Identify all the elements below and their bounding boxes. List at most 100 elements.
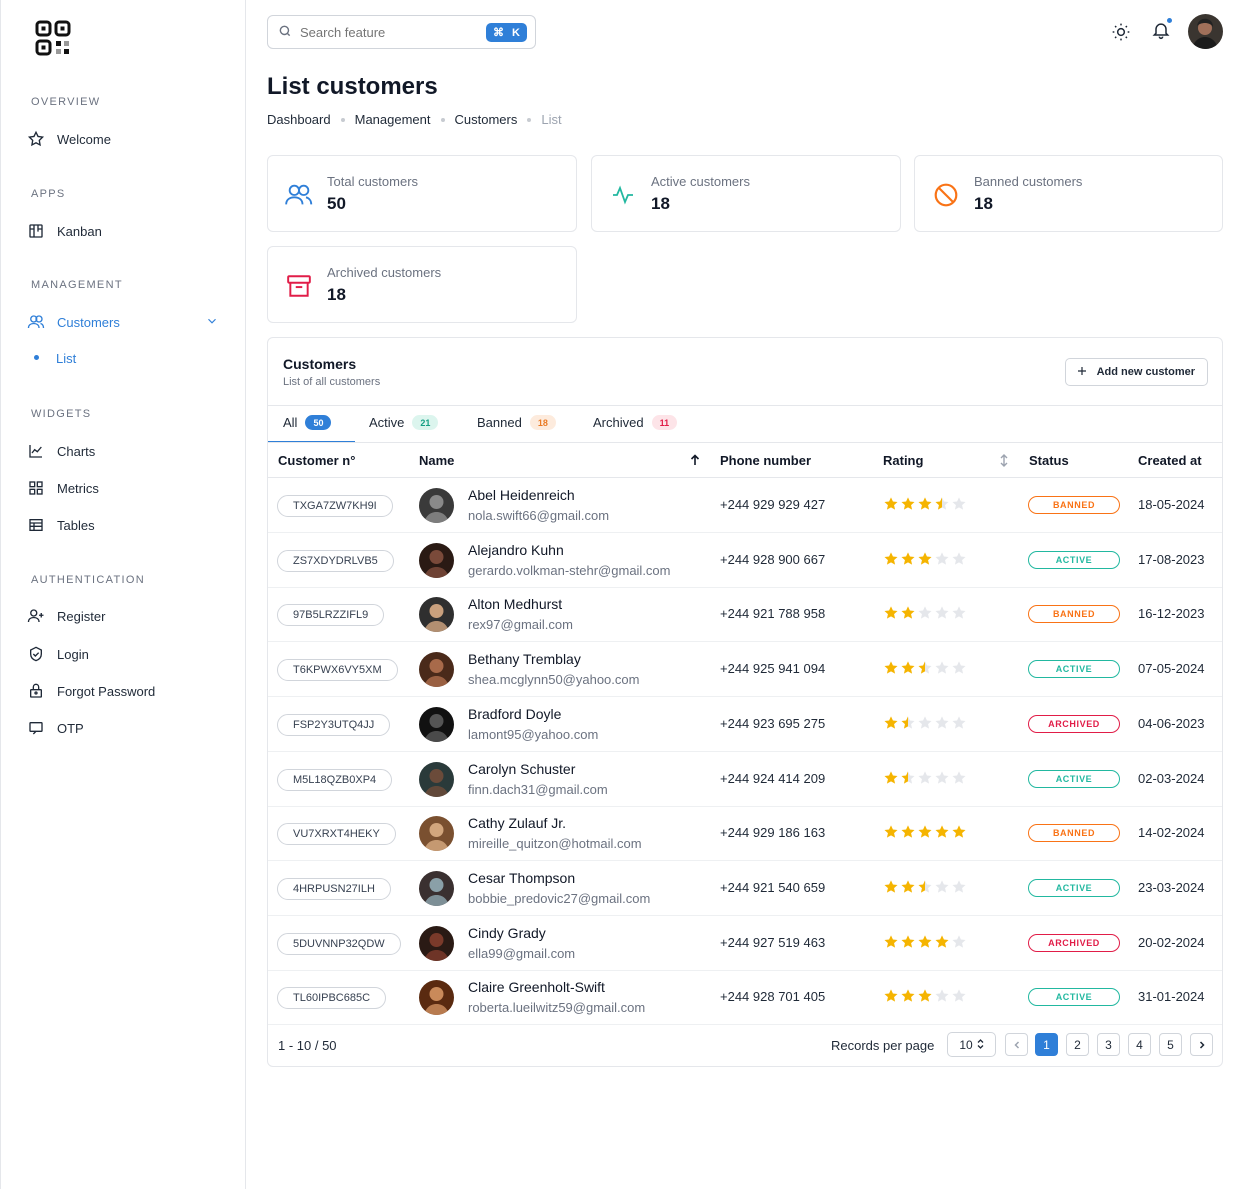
column-header-created[interactable]: Created at xyxy=(1138,453,1202,468)
sidebar-item-forgot-password[interactable]: Forgot Password xyxy=(27,681,155,701)
stat-card-total: Total customers 50 xyxy=(267,155,577,232)
records-per-page-select[interactable]: 10 xyxy=(947,1032,996,1057)
table-row[interactable]: M5L18QZB0XP4 Carolyn Schuster finn.dach3… xyxy=(268,752,1222,807)
next-page-button[interactable] xyxy=(1190,1033,1213,1056)
customer-email: ella99@gmail.com xyxy=(468,945,576,961)
sidebar-item-otp[interactable]: OTP xyxy=(27,718,84,738)
column-header-name[interactable]: Name xyxy=(419,453,454,468)
sidebar-item-charts[interactable]: Charts xyxy=(27,441,95,461)
table-row[interactable]: VU7XRXT4HEKY Cathy Zulauf Jr. mireille_q… xyxy=(268,806,1222,862)
avatar xyxy=(419,761,454,797)
sidebar-item-tables[interactable]: Tables xyxy=(27,515,95,535)
search-box[interactable]: ⌘K xyxy=(267,15,536,49)
star-icon xyxy=(951,496,967,515)
prev-page-button[interactable] xyxy=(1005,1033,1028,1056)
star-icon xyxy=(934,934,950,953)
logo-icon[interactable] xyxy=(35,20,71,56)
sidebar-item-welcome[interactable]: Welcome xyxy=(27,129,111,149)
customer-phone: +244 929 186 163 xyxy=(720,825,826,841)
customer-name[interactable]: Abel Heidenreich xyxy=(468,487,575,503)
tab-archived[interactable]: Archived 11 xyxy=(593,415,678,430)
page-button-1[interactable]: 1 xyxy=(1035,1033,1058,1056)
section-management: MANAGEMENT xyxy=(31,279,123,291)
status-badge: ARCHIVED xyxy=(1028,714,1120,733)
sidebar-item-metrics[interactable]: Metrics xyxy=(27,478,99,498)
customer-name[interactable]: Cathy Zulauf Jr. xyxy=(468,815,566,831)
user-avatar[interactable] xyxy=(1188,14,1223,49)
table-row[interactable]: ZS7XDYDRLVB5 Alejandro Kuhn gerardo.volk… xyxy=(268,533,1222,588)
sidebar-item-kanban[interactable]: Kanban xyxy=(27,221,102,241)
customer-name[interactable]: Bethany Tremblay xyxy=(468,651,581,667)
section-apps: APPS xyxy=(31,188,66,200)
tab-count-badge: 50 xyxy=(305,415,332,430)
customer-name[interactable]: Claire Greenholt-Swift xyxy=(468,979,605,995)
chevron-down-icon[interactable] xyxy=(205,314,219,328)
table-row[interactable]: 97B5LRZZIFL9 Alton Medhurst rex97@gmail.… xyxy=(268,587,1222,643)
star-icon xyxy=(951,770,967,789)
star-icon xyxy=(951,879,967,898)
customer-name[interactable]: Alejandro Kuhn xyxy=(468,542,564,558)
page-button-3[interactable]: 3 xyxy=(1097,1033,1120,1056)
customer-phone: +244 927 519 463 xyxy=(720,934,826,950)
status-badge: ACTIVE xyxy=(1028,550,1120,569)
star-icon xyxy=(917,770,933,789)
column-header-customer-no[interactable]: Customer n° xyxy=(278,453,355,468)
table-row[interactable]: FSP2Y3UTQ4JJ Bradford Doyle lamont95@yah… xyxy=(268,697,1222,752)
sort-icon[interactable] xyxy=(1000,454,1008,470)
created-date: 31-01-2024 xyxy=(1138,989,1205,1005)
breadcrumb-dashboard[interactable]: Dashboard xyxy=(267,112,331,127)
column-header-phone[interactable]: Phone number xyxy=(720,453,811,468)
sidebar-item-register[interactable]: Register xyxy=(27,606,105,626)
shortcut-key: K xyxy=(512,26,520,39)
add-customer-button[interactable]: Add new customer xyxy=(1064,358,1208,386)
sidebar-item-label: Login xyxy=(57,646,89,662)
table-row[interactable]: 5DUVNNP32QDW Cindy Grady ella99@gmail.co… xyxy=(268,916,1222,971)
tab-all[interactable]: All 50 xyxy=(283,415,332,430)
customer-id-chip: TXGA7ZW7KH9I xyxy=(277,495,393,517)
status-badge: ACTIVE xyxy=(1028,660,1120,679)
sidebar-item-customers[interactable]: Customers xyxy=(27,312,120,332)
star-icon xyxy=(900,770,916,789)
tab-banned[interactable]: Banned 18 xyxy=(477,415,556,430)
breadcrumb-customers[interactable]: Customers xyxy=(455,112,518,127)
page-button-4[interactable]: 4 xyxy=(1128,1033,1151,1056)
records-per-page-value: 10 xyxy=(959,1037,973,1052)
table-row[interactable]: 4HRPUSN27ILH Cesar Thompson bobbie_predo… xyxy=(268,861,1222,916)
pagination-range: 1 - 10 / 50 xyxy=(278,1038,337,1053)
created-date: 07-05-2024 xyxy=(1138,661,1205,677)
page-button-5[interactable]: 5 xyxy=(1159,1033,1182,1056)
star-icon xyxy=(934,879,950,898)
breadcrumb: Dashboard Management Customers List xyxy=(267,112,562,127)
search-input[interactable] xyxy=(300,24,470,40)
breadcrumb-management[interactable]: Management xyxy=(355,112,431,127)
customer-phone: +244 921 540 659 xyxy=(720,879,826,895)
rating-stars xyxy=(883,879,967,898)
table-row[interactable]: TXGA7ZW7KH9I Abel Heidenreich nola.swift… xyxy=(268,478,1222,533)
column-header-status[interactable]: Status xyxy=(1029,453,1069,468)
star-icon xyxy=(934,770,950,789)
sort-ascending-icon[interactable] xyxy=(690,454,700,469)
star-icon xyxy=(917,660,933,679)
table-row[interactable]: T6KPWX6VY5XM Bethany Tremblay shea.mcgly… xyxy=(268,642,1222,698)
star-icon xyxy=(951,551,967,570)
status-badge: BANNED xyxy=(1028,605,1120,624)
customer-name[interactable]: Alton Medhurst xyxy=(468,596,562,612)
sidebar-subitem-list[interactable]: List xyxy=(56,351,76,366)
sidebar-item-login[interactable]: Login xyxy=(27,644,89,664)
created-date: 14-02-2024 xyxy=(1138,825,1205,841)
page-button-2[interactable]: 2 xyxy=(1066,1033,1089,1056)
tab-active[interactable]: Active 21 xyxy=(369,415,439,430)
customer-name[interactable]: Carolyn Schuster xyxy=(468,761,575,777)
customer-name[interactable]: Bradford Doyle xyxy=(468,706,561,722)
avatar xyxy=(419,816,454,852)
customer-name[interactable]: Cindy Grady xyxy=(468,925,546,941)
sun-icon[interactable] xyxy=(1110,21,1132,43)
table-row[interactable]: TL60IPBC685C Claire Greenholt-Swift robe… xyxy=(268,970,1222,1026)
table-icon xyxy=(27,516,45,534)
section-widgets: WIDGETS xyxy=(31,408,92,420)
ban-icon xyxy=(932,182,960,208)
panel-subtitle: List of all customers xyxy=(283,376,381,388)
star-icon xyxy=(917,934,933,953)
customer-name[interactable]: Cesar Thompson xyxy=(468,870,575,886)
column-header-rating[interactable]: Rating xyxy=(883,453,923,468)
